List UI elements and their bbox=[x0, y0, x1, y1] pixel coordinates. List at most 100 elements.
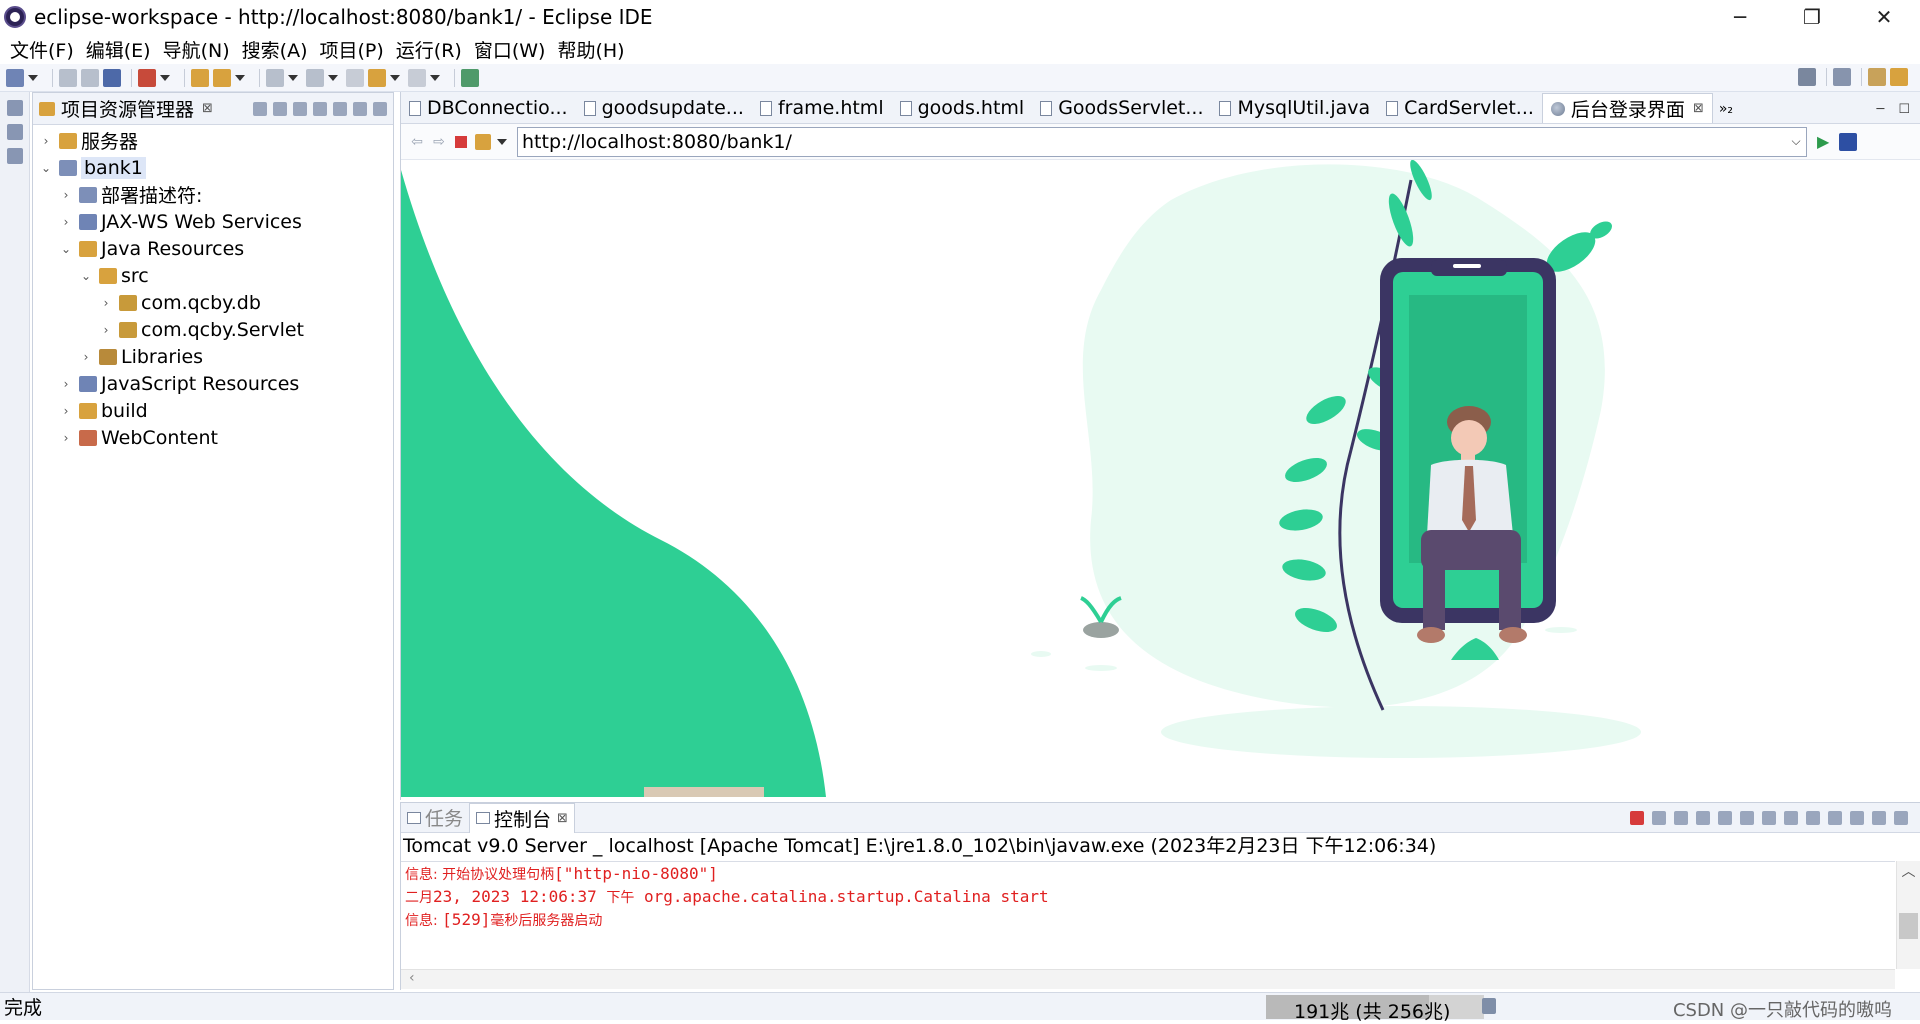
task-list-icon[interactable] bbox=[7, 148, 23, 164]
browser-go-icon[interactable]: ▶ bbox=[1817, 132, 1829, 151]
pin-console-icon[interactable] bbox=[1806, 810, 1820, 825]
maximize-button[interactable]: ❐ bbox=[1776, 0, 1848, 34]
tree-item[interactable]: › com.qcby.db bbox=[33, 289, 393, 316]
collapse-arrow-icon[interactable]: ⌄ bbox=[39, 161, 53, 175]
new-icon[interactable] bbox=[6, 68, 24, 87]
menu-edit[interactable]: 编辑(E) bbox=[80, 36, 157, 63]
debug-dropdown-icon[interactable] bbox=[160, 74, 170, 81]
save-all-icon[interactable] bbox=[81, 68, 99, 87]
scroll-thumb[interactable] bbox=[1899, 913, 1918, 939]
more-tabs-icon[interactable]: »₂ bbox=[1719, 101, 1733, 117]
last-edit-icon[interactable] bbox=[346, 68, 364, 87]
close-tab-icon[interactable]: ⊠ bbox=[1693, 101, 1704, 116]
browser-refresh-dropdown-icon[interactable] bbox=[497, 138, 507, 145]
focus-icon[interactable] bbox=[313, 101, 327, 116]
filter-icon[interactable] bbox=[293, 101, 307, 116]
show-on-stderr-icon[interactable] bbox=[1784, 810, 1798, 825]
expand-arrow-icon[interactable]: › bbox=[59, 188, 73, 202]
tree-item[interactable]: › JavaScript Resources bbox=[33, 370, 393, 397]
prev-annotation-icon[interactable] bbox=[306, 68, 324, 87]
collapse-arrow-icon[interactable]: ⌄ bbox=[59, 242, 73, 256]
console-vertical-scrollbar[interactable]: ︿ bbox=[1896, 861, 1920, 969]
forward-icon[interactable] bbox=[408, 68, 426, 87]
tree-item[interactable]: › build bbox=[33, 397, 393, 424]
new-dropdown-icon[interactable] bbox=[28, 74, 38, 81]
remove-all-launches-icon[interactable] bbox=[1674, 810, 1688, 825]
external-browser-icon[interactable] bbox=[1839, 132, 1858, 151]
back-dropdown-icon[interactable] bbox=[390, 74, 400, 81]
collapse-all-icon[interactable] bbox=[253, 101, 267, 116]
minimize-view-icon[interactable] bbox=[353, 101, 367, 116]
menu-search[interactable]: 搜索(A) bbox=[236, 36, 314, 63]
expand-arrow-icon[interactable]: › bbox=[99, 323, 113, 337]
view-menu-icon[interactable] bbox=[333, 101, 347, 116]
scroll-up-icon[interactable]: ︿ bbox=[1897, 861, 1920, 880]
menu-project[interactable]: 项目(P) bbox=[313, 36, 389, 63]
open-console-icon[interactable] bbox=[1850, 810, 1864, 825]
tree-item[interactable]: › JAX-WS Web Services bbox=[33, 208, 393, 235]
expand-arrow-icon[interactable]: › bbox=[39, 134, 53, 148]
debug-icon[interactable] bbox=[138, 68, 156, 87]
editor-tab[interactable]: 后台登录界面 ⊠ bbox=[1541, 93, 1713, 123]
tab-console[interactable]: 控制台 ⊠ bbox=[469, 802, 575, 833]
expand-arrow-icon[interactable]: › bbox=[79, 350, 93, 364]
browser-stop-icon[interactable] bbox=[455, 135, 467, 148]
menu-file[interactable]: 文件(F) bbox=[4, 36, 80, 63]
console-horizontal-scrollbar[interactable]: ‹ bbox=[401, 969, 1895, 989]
task-dropdown-icon[interactable] bbox=[235, 74, 245, 81]
editor-tab[interactable]: DBConnectio... bbox=[401, 93, 576, 123]
editor-tab[interactable]: CardServlet... bbox=[1378, 93, 1542, 123]
editor-tab[interactable]: frame.html bbox=[752, 93, 892, 123]
remove-launch-icon[interactable] bbox=[1652, 810, 1666, 825]
java-perspective-icon[interactable] bbox=[1890, 68, 1908, 86]
forward-dropdown-icon[interactable] bbox=[430, 74, 440, 81]
menu-run[interactable]: 运行(R) bbox=[390, 36, 468, 63]
menu-help[interactable]: 帮助(H) bbox=[551, 36, 630, 63]
browser-refresh-icon[interactable] bbox=[475, 133, 491, 150]
console-toolbar-icon[interactable] bbox=[103, 68, 121, 87]
jee-perspective-icon[interactable] bbox=[1868, 68, 1886, 86]
close-view-icon[interactable]: ⊠ bbox=[202, 101, 213, 116]
close-console-icon[interactable]: ⊠ bbox=[557, 811, 568, 826]
editor-tab[interactable]: goods.html bbox=[892, 93, 1033, 123]
maximize-editor-icon[interactable]: ☐ bbox=[1898, 102, 1910, 117]
expand-arrow-icon[interactable]: › bbox=[59, 431, 73, 445]
minimize-editor-icon[interactable]: ─ bbox=[1877, 102, 1885, 117]
expand-arrow-icon[interactable]: › bbox=[59, 377, 73, 391]
menu-navigate[interactable]: 导航(N) bbox=[157, 36, 236, 63]
editor-tab[interactable]: GoodsServlet... bbox=[1032, 93, 1211, 123]
collapse-arrow-icon[interactable]: ⌄ bbox=[79, 269, 93, 283]
console-output[interactable]: 信息: 开始协议处理句柄["http-nio-8080"] 二月23, 2023… bbox=[401, 861, 1895, 969]
restore-icon[interactable] bbox=[7, 100, 23, 116]
word-wrap-icon[interactable] bbox=[1740, 810, 1754, 825]
next-annotation-icon[interactable] bbox=[266, 68, 284, 87]
pin-editor-icon[interactable] bbox=[461, 68, 479, 87]
editor-tab[interactable]: MysqlUtil.java bbox=[1211, 93, 1378, 123]
save-icon[interactable] bbox=[59, 68, 77, 87]
browser-back-icon[interactable]: ⇦ bbox=[409, 135, 425, 149]
browser-forward-icon[interactable]: ⇨ bbox=[431, 135, 447, 149]
minimize-button[interactable]: ─ bbox=[1704, 0, 1776, 34]
minimize-console-icon[interactable] bbox=[1872, 810, 1886, 825]
back-icon[interactable] bbox=[368, 68, 386, 87]
url-history-dropdown-icon[interactable]: ⌵ bbox=[1786, 134, 1806, 149]
expand-arrow-icon[interactable]: › bbox=[59, 404, 73, 418]
maximize-console-icon[interactable] bbox=[1894, 810, 1908, 825]
tree-item[interactable]: ⌄ src bbox=[33, 262, 393, 289]
url-bar[interactable]: ⌵ bbox=[517, 126, 1807, 157]
tree-item[interactable]: › Libraries bbox=[33, 343, 393, 370]
scroll-lock-icon[interactable] bbox=[1718, 810, 1732, 825]
terminate-icon[interactable] bbox=[1630, 810, 1644, 825]
tree-item[interactable]: › WebContent bbox=[33, 424, 393, 451]
clear-console-icon[interactable] bbox=[1696, 810, 1710, 825]
link-with-editor-icon[interactable] bbox=[273, 101, 287, 116]
next-annotation-dropdown-icon[interactable] bbox=[288, 74, 298, 81]
open-perspective-icon[interactable] bbox=[1833, 68, 1851, 86]
maximize-view-icon[interactable] bbox=[373, 101, 387, 116]
display-console-icon[interactable] bbox=[1828, 810, 1842, 825]
url-input[interactable] bbox=[522, 130, 1786, 153]
project-explorer-tab[interactable]: 项目资源管理器 ⊠ bbox=[33, 93, 393, 125]
prev-annotation-dropdown-icon[interactable] bbox=[328, 74, 338, 81]
tree-item[interactable]: ⌄ bank1 bbox=[33, 154, 393, 181]
garbage-collect-icon[interactable] bbox=[1482, 998, 1496, 1014]
